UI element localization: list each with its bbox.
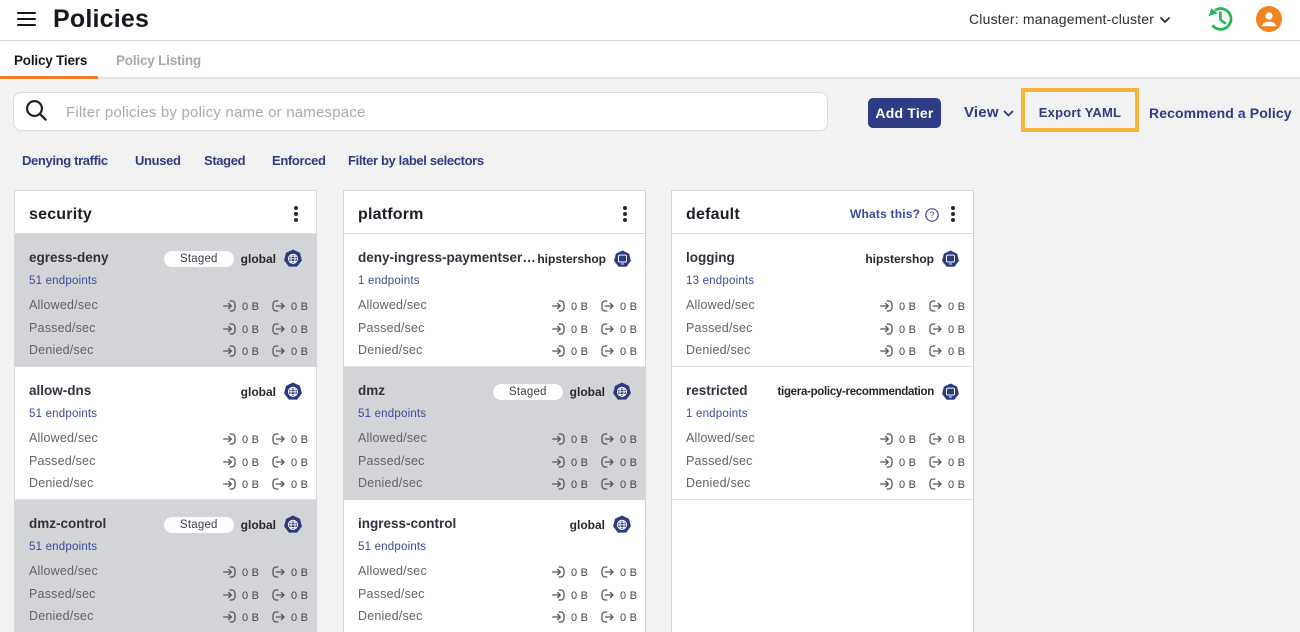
svg-text:?: ? [929, 210, 934, 220]
